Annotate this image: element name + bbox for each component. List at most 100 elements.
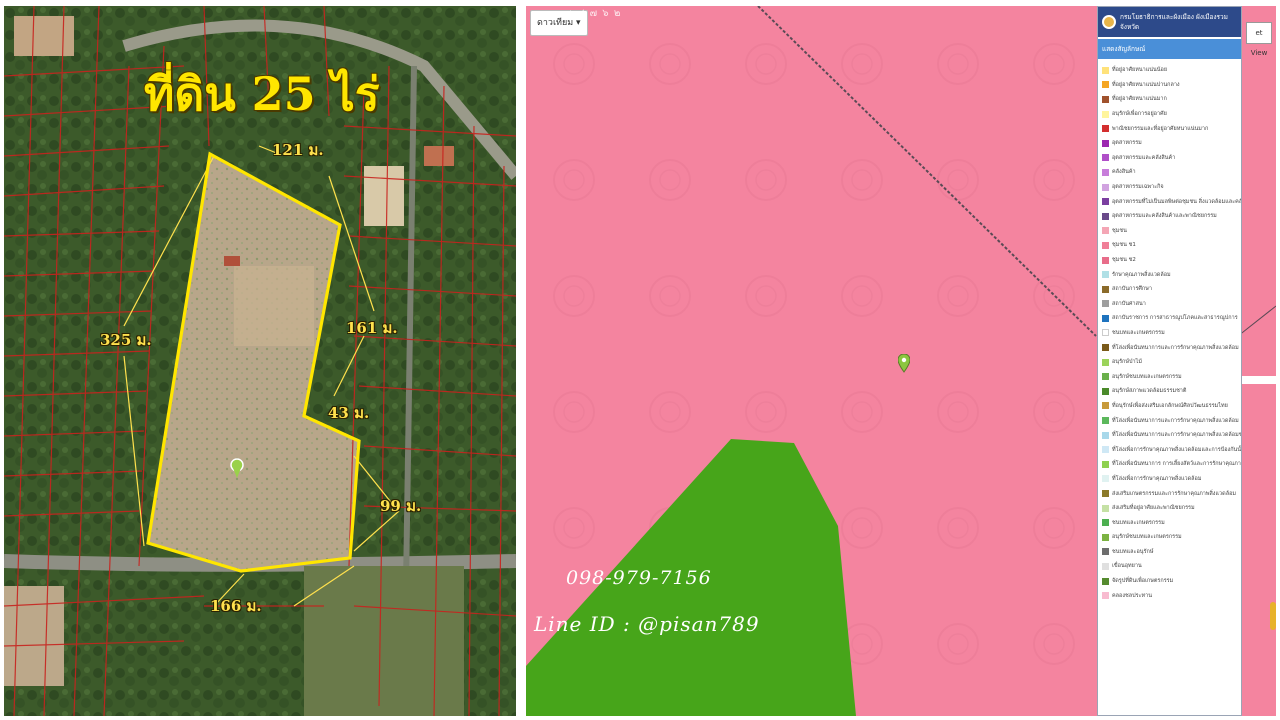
legend-swatch <box>1102 446 1109 454</box>
legend-item: อุตสาหกรรมและคลังสินค้า <box>1102 151 1241 166</box>
legend-item: ที่โล่งเพื่อนันทนาการและการรักษาคุณภาพสิ… <box>1102 428 1241 443</box>
legend-label: อนุรักษ์ชนบทและเกษตรกรรม <box>1112 534 1182 541</box>
legend-label: อุตสาหกรรม <box>1112 140 1142 147</box>
legend-label: ที่โล่งเพื่อนันทนาการและการรักษาคุณภาพสิ… <box>1112 417 1239 424</box>
location-pin-icon[interactable] <box>897 353 911 378</box>
legend-item: ที่โล่งเพื่อนันทนาการ การเลี้ยงสัตว์และก… <box>1102 457 1241 472</box>
legend-label: ที่โล่งเพื่อนันทนาการ การเลี้ยงสัตว์และก… <box>1112 461 1241 468</box>
legend-label: จัดรูปที่ดินเพื่อเกษตรกรรม <box>1112 578 1174 585</box>
legend-swatch <box>1102 271 1109 279</box>
legend-subheader: แสดงสัญลักษณ์ <box>1098 39 1241 59</box>
legend-label: ที่โล่งเพื่อนันทนาการและการรักษาคุณภาพสิ… <box>1112 344 1239 351</box>
legend-swatch <box>1102 548 1109 556</box>
legend-item: ที่อนุรักษ์เพื่อส่งเสริมเอกลักษณ์ศิลปวัฒ… <box>1102 399 1241 414</box>
legend-label: รักษาคุณภาพสิ่งแวดล้อม <box>1112 271 1171 278</box>
legend-swatch <box>1102 81 1109 89</box>
legend-swatch <box>1102 95 1109 103</box>
legend-swatch <box>1102 285 1109 293</box>
legend-item: ส่งเสริมที่อยู่อาศัยและพาณิชยกรรม <box>1102 501 1241 516</box>
legend-item: สถาบันศาสนา <box>1102 297 1241 312</box>
legend-label: อนุรักษ์ป่าไม้ <box>1112 359 1142 366</box>
dimension-right-upper: 161 ม. <box>346 319 398 337</box>
department-logo-icon <box>1102 15 1116 29</box>
legend-label: สถาบันราชการ การสาธารณูปโภคและสาธารณูปกา… <box>1112 315 1238 322</box>
legend-label: ที่อยู่อาศัยหนาแน่นน้อย <box>1112 67 1168 74</box>
legend-list: ที่อยู่อาศัยหนาแน่นน้อยที่อยู่อาศัยหนาแน… <box>1098 59 1241 603</box>
pegman-icon[interactable] <box>1270 602 1276 630</box>
legend-header: กรมโยธาธิการและผังเมือง ผังเมืองรวมจังหว… <box>1098 7 1241 37</box>
dimension-bottom: 166 ม. <box>210 597 262 615</box>
legend-item: ชุมชน ช1 <box>1102 238 1241 253</box>
dimension-top: 121 ม. <box>272 141 324 159</box>
map-control-strip <box>1242 376 1276 384</box>
legend-label: อุตสาหกรรมที่ไม่เป็นมลพิษต่อชุมชน สิ่งแว… <box>1112 198 1242 205</box>
legend-swatch <box>1102 154 1109 162</box>
legend-label: สถาบันการศึกษา <box>1112 286 1152 293</box>
line-id: Line ID : @pisan789 <box>534 612 760 636</box>
legend-label: ชุมชน <box>1112 227 1127 234</box>
legend-item: สถาบันราชการ การสาธารณูปโภคและสาธารณูปกา… <box>1102 311 1241 326</box>
legend-label: อนุรักษ์เพื่อการอยู่อาศัย <box>1112 111 1167 118</box>
land-title: ที่ดิน 25 ไร่ <box>144 67 380 121</box>
legend-swatch <box>1102 329 1109 337</box>
legend-label: พาณิชยกรรมและที่อยู่อาศัยหนาแน่นมาก <box>1112 125 1209 132</box>
legend-item: ที่โล่งเพื่อการรักษาคุณภาพสิ่งแวดล้อม <box>1102 472 1241 487</box>
legend-label: ที่โล่งเพื่อการรักษาคุณภาพสิ่งแวดล้อมและ… <box>1112 446 1242 453</box>
legend-label: ส่งเสริมที่อยู่อาศัยและพาณิชยกรรม <box>1112 505 1195 512</box>
legend-label: ที่โล่งเพื่อการรักษาคุณภาพสิ่งแวดล้อม <box>1112 475 1202 482</box>
legend-swatch <box>1102 300 1109 308</box>
phone-number: 098-979-7156 <box>566 567 712 589</box>
legend-label: ที่อนุรักษ์เพื่อส่งเสริมเอกลักษณ์ศิลปวัฒ… <box>1112 402 1228 409</box>
legend-swatch <box>1102 183 1109 191</box>
legend-swatch <box>1102 344 1109 352</box>
legend-label: อนุรักษ์ชนบทและเกษตรกรรม <box>1112 373 1182 380</box>
legend-swatch <box>1102 519 1109 527</box>
legend-item: ชนบทและอนุรักษ์ <box>1102 545 1241 560</box>
legend-swatch <box>1102 212 1109 220</box>
legend-label: ที่โล่งเพื่อนันทนาการและการรักษาคุณภาพสิ… <box>1112 432 1241 439</box>
legend-label: ส่งเสริมเกษตรกรรมและการรักษาคุณภาพสิ่งแว… <box>1112 490 1236 497</box>
legend-label: คลองชลประทาน <box>1112 592 1153 599</box>
legend-label: ที่อยู่อาศัยหนาแน่นปานกลาง <box>1112 81 1180 88</box>
legend-label: อนุรักษ์สภาพแวดล้อมธรรมชาติ <box>1112 388 1187 395</box>
dimension-left: 325 ม. <box>100 331 152 349</box>
legend-label: ที่อยู่อาศัยหนาแน่นมาก <box>1112 96 1167 103</box>
legend-swatch <box>1102 504 1109 512</box>
scale-label: ๗ ๘ ๗ ๖ ๒ <box>564 8 622 19</box>
legend-swatch <box>1102 431 1109 439</box>
legend-item: อนุรักษ์เพื่อการอยู่อาศัย <box>1102 107 1241 122</box>
legend-swatch <box>1102 227 1109 235</box>
legend-swatch <box>1102 562 1109 570</box>
legend-panel[interactable]: กรมโยธาธิการและผังเมือง ผังเมืองรวมจังหว… <box>1097 6 1242 716</box>
legend-item: อนุรักษ์ป่าไม้ <box>1102 355 1241 370</box>
legend-item: ที่โล่งเพื่อนันทนาการและการรักษาคุณภาพสิ… <box>1102 340 1241 355</box>
zoning-map[interactable]: ดาวเทียม ▾ ๗ ๘ ๗ ๖ ๒ 098-979-7156 Line I… <box>526 6 1276 716</box>
legend-item: ชนบทและเกษตรกรรม <box>1102 515 1241 530</box>
legend-swatch <box>1102 198 1109 206</box>
legend-swatch <box>1102 387 1109 395</box>
legend-item: ส่งเสริมเกษตรกรรมและการรักษาคุณภาพสิ่งแว… <box>1102 486 1241 501</box>
legend-label: เขื่อนอุทยาน <box>1112 563 1142 570</box>
street-view-button[interactable]: et View <box>1246 22 1272 57</box>
legend-swatch <box>1102 373 1109 381</box>
legend-item: ที่อยู่อาศัยหนาแน่นน้อย <box>1102 63 1241 78</box>
legend-item: คลองชลประทาน <box>1102 588 1241 603</box>
dimension-right-lower: 99 ม. <box>380 497 422 515</box>
legend-item: เขื่อนอุทยาน <box>1102 559 1241 574</box>
legend-swatch <box>1102 139 1109 147</box>
legend-swatch <box>1102 241 1109 249</box>
legend-swatch <box>1102 490 1109 498</box>
legend-label: ชนบทและอนุรักษ์ <box>1112 548 1154 555</box>
legend-swatch <box>1102 256 1109 264</box>
legend-label: ชุมชน ช2 <box>1112 257 1136 264</box>
legend-item: จัดรูปที่ดินเพื่อเกษตรกรรม <box>1102 574 1241 589</box>
legend-label: อุตสาหกรรมเฉพาะกิจ <box>1112 184 1164 191</box>
satellite-map: ที่ดิน 25 ไร่ 121 ม. 325 ม. 161 ม. 43 ม.… <box>4 6 516 716</box>
legend-swatch <box>1102 110 1109 118</box>
legend-swatch <box>1102 358 1109 366</box>
legend-swatch <box>1102 125 1109 133</box>
legend-item: คลังสินค้า <box>1102 165 1241 180</box>
legend-swatch <box>1102 475 1109 483</box>
legend-item: สถาบันการศึกษา <box>1102 282 1241 297</box>
legend-item: ที่โล่งเพื่อนันทนาการและการรักษาคุณภาพสิ… <box>1102 413 1241 428</box>
